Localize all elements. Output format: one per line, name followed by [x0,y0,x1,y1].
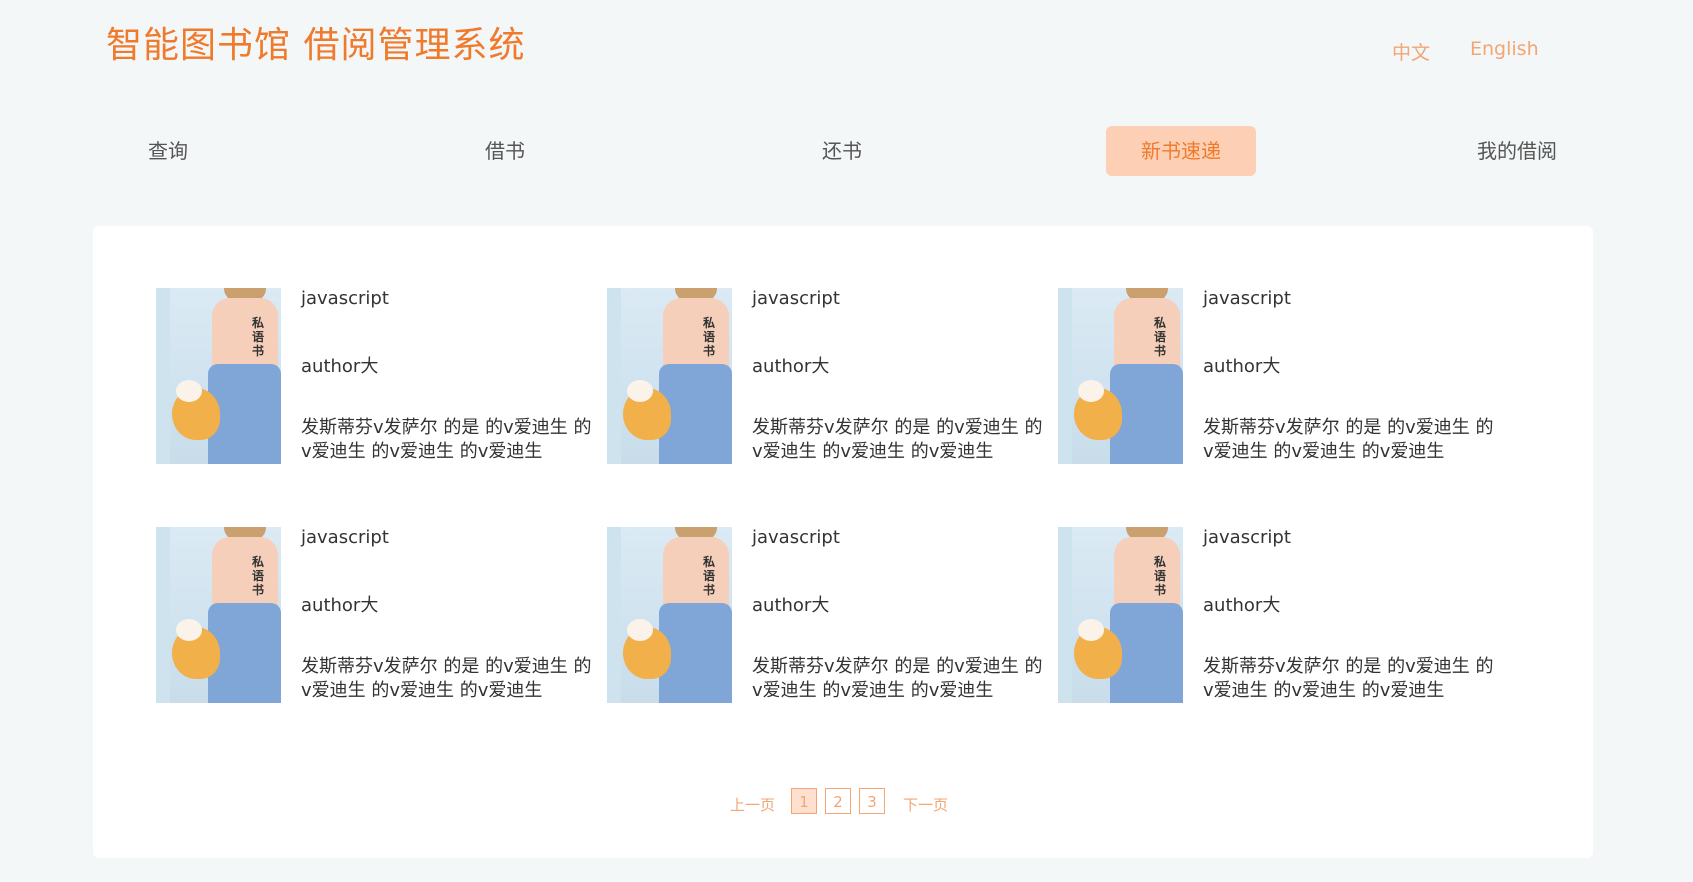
book-author: author大 [752,595,830,616]
book-author: author大 [1203,356,1281,377]
book-title[interactable]: javascript [301,527,389,548]
cover-title: 私语书 [252,555,265,597]
book-card[interactable]: 私语书 javascript author大 发斯蒂芬v发萨尔 的是 的v爱迪生… [607,527,1047,703]
page-3-button[interactable]: 3 [859,788,885,814]
next-page-link[interactable]: 下一页 [903,794,948,815]
app-title: 智能图书馆 借阅管理系统 [106,25,526,66]
book-cover[interactable]: 私语书 [156,527,281,703]
cover-title: 私语书 [252,316,265,358]
book-description: 发斯蒂芬v发萨尔 的是 的v爱迪生 的v爱迪生 的v爱迪生 的v爱迪生 [301,417,592,462]
book-title[interactable]: javascript [752,288,840,309]
book-card[interactable]: 私语书 javascript author大 发斯蒂芬v发萨尔 的是 的v爱迪生… [607,288,1047,464]
cover-title: 私语书 [1154,316,1167,358]
book-description: 发斯蒂芬v发萨尔 的是 的v爱迪生 的v爱迪生 的v爱迪生 的v爱迪生 [752,417,1043,462]
book-author: author大 [301,595,379,616]
book-author: author大 [1203,595,1281,616]
book-author: author大 [301,356,379,377]
page-1-button[interactable]: 1 [791,788,817,814]
language-chinese-link[interactable]: 中文 [1392,38,1430,65]
page-2-button[interactable]: 2 [825,788,851,814]
prev-page-link[interactable]: 上一页 [730,794,775,815]
main-nav: 查询 借书 还书 新书速递 我的借阅 [0,126,1693,176]
pagination: 上一页 1 2 3 下一页 [93,788,1593,818]
book-description: 发斯蒂芬v发萨尔 的是 的v爱迪生 的v爱迪生 的v爱迪生 的v爱迪生 [301,656,592,701]
book-card[interactable]: 私语书 javascript author大 发斯蒂芬v发萨尔 的是 的v爱迪生… [1058,288,1498,464]
cover-title: 私语书 [703,555,716,597]
book-title[interactable]: javascript [752,527,840,548]
book-description: 发斯蒂芬v发萨尔 的是 的v爱迪生 的v爱迪生 的v爱迪生 的v爱迪生 [752,656,1043,701]
nav-search[interactable]: 查询 [128,126,208,176]
cover-title: 私语书 [1154,555,1167,597]
book-description: 发斯蒂芬v发萨尔 的是 的v爱迪生 的v爱迪生 的v爱迪生 的v爱迪生 [1203,417,1494,462]
book-cover[interactable]: 私语书 [607,288,732,464]
book-title[interactable]: javascript [1203,288,1291,309]
book-cover[interactable]: 私语书 [1058,288,1183,464]
book-title[interactable]: javascript [1203,527,1291,548]
language-english-link[interactable]: English [1470,38,1539,60]
book-card[interactable]: 私语书 javascript author大 发斯蒂芬v发萨尔 的是 的v爱迪生… [156,527,596,703]
nav-borrow[interactable]: 借书 [465,126,545,176]
book-cover[interactable]: 私语书 [607,527,732,703]
nav-return[interactable]: 还书 [802,126,882,176]
book-card[interactable]: 私语书 javascript author大 发斯蒂芬v发萨尔 的是 的v爱迪生… [1058,527,1498,703]
book-author: author大 [752,356,830,377]
cover-title: 私语书 [703,316,716,358]
book-cover[interactable]: 私语书 [156,288,281,464]
nav-new-arrivals[interactable]: 新书速递 [1106,126,1256,176]
book-cover[interactable]: 私语书 [1058,527,1183,703]
book-card[interactable]: 私语书 javascript author大 发斯蒂芬v发萨尔 的是 的v爱迪生… [156,288,596,464]
content-panel: 私语书 javascript author大 发斯蒂芬v发萨尔 的是 的v爱迪生… [93,226,1593,858]
nav-my-borrowings[interactable]: 我的借阅 [1472,126,1562,176]
book-title[interactable]: javascript [301,288,389,309]
book-description: 发斯蒂芬v发萨尔 的是 的v爱迪生 的v爱迪生 的v爱迪生 的v爱迪生 [1203,656,1494,701]
